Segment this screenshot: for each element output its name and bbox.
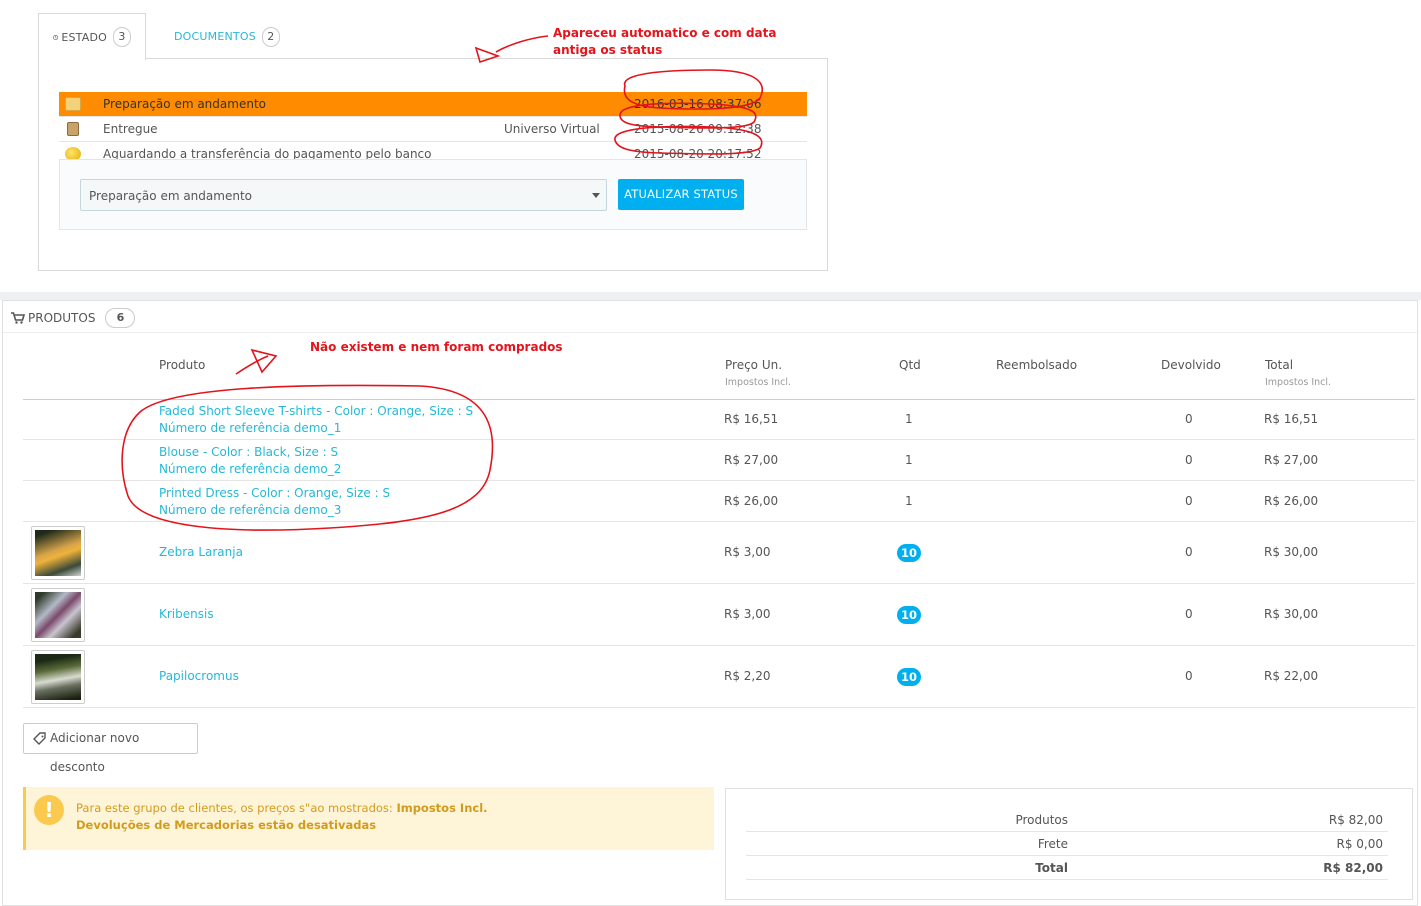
tab-documentos-count: 2 — [261, 26, 280, 47]
totals-row-total: Total R$ 82,00 — [746, 856, 1388, 880]
quantity-badge: 10 — [897, 544, 921, 562]
tab-estado-label: ESTADO — [61, 30, 107, 44]
row-total: R$ 26,00 — [1264, 494, 1319, 508]
totals-row-produtos: Produtos R$ 82,00 — [746, 808, 1388, 832]
col-header-preco: Preço Un. Impostos Incl. — [725, 358, 792, 388]
chevron-down-icon — [592, 193, 600, 198]
unit-price: R$ 2,20 — [724, 669, 771, 683]
returned-qty: 0 — [1185, 453, 1193, 467]
quantity: 1 — [905, 412, 913, 426]
header-divider — [3, 332, 1419, 333]
product-link[interactable]: Blouse - Color : Black, Size : S Número d… — [159, 444, 341, 478]
unit-price: R$ 27,00 — [724, 453, 779, 467]
product-link[interactable]: Kribensis — [159, 606, 214, 623]
status-panel: Preparação em andamento 2016-03-16 08:37… — [38, 58, 828, 271]
order-totals: Produtos R$ 82,00 Frete R$ 0,00 Total R$ 82… — [725, 788, 1413, 900]
row-total: R$ 30,00 — [1264, 545, 1319, 559]
package-icon — [65, 97, 81, 111]
col-header-reembolsado: Reembolsado — [996, 358, 1078, 372]
unit-price: R$ 3,00 — [724, 545, 771, 559]
returned-qty: 0 — [1185, 412, 1193, 426]
col-header-total: Total Impostos Incl. — [1265, 358, 1332, 388]
quantity-badge: 10 — [897, 606, 921, 624]
update-status-button[interactable]: ATUALIZAR STATUS — [618, 179, 744, 210]
history-date: 2016-03-16 08:37:06 — [634, 97, 762, 111]
returned-qty: 0 — [1185, 669, 1193, 683]
tab-documentos-label: DOCUMENTOS — [174, 30, 256, 43]
tab-estado-count: 3 — [113, 27, 131, 47]
product-link[interactable]: Printed Dress - Color : Orange, Size : S… — [159, 485, 390, 519]
history-status-label: Entregue — [103, 122, 158, 136]
unit-price: R$ 16,51 — [724, 412, 779, 426]
products-title: PRODUTOS — [28, 311, 96, 325]
row-total: R$ 22,00 — [1264, 669, 1319, 683]
returned-qty: 0 — [1185, 607, 1193, 621]
product-link[interactable]: Papilocromus — [159, 668, 239, 685]
status-select[interactable]: Preparação em andamento — [80, 179, 607, 211]
col-header-devolvido: Devolvido — [1161, 358, 1221, 372]
annotation-status: Apareceu automatico e com data antiga os… — [553, 26, 777, 57]
add-discount-button[interactable]: Adicionar novo desconto — [23, 723, 198, 774]
product-thumbnail[interactable] — [31, 526, 85, 580]
returned-qty: 0 — [1185, 545, 1193, 559]
tag-icon — [33, 732, 46, 745]
product-link[interactable]: Faded Short Sleeve T-shirts - Color : Or… — [159, 403, 473, 437]
tax-warning-alert: ! Para este grupo de clientes, os preços… — [23, 787, 714, 850]
exclamation-icon: ! — [34, 795, 64, 825]
products-count: 6 — [105, 308, 136, 328]
col-header-qtd: Qtd — [899, 358, 921, 372]
table-row — [23, 584, 1415, 646]
products-panel: PRODUTOS 6 Produto Preço Un. Impostos Inc… — [2, 300, 1419, 906]
products-panel-header: PRODUTOS 6 — [11, 307, 136, 329]
row-total: R$ 27,00 — [1264, 453, 1319, 467]
history-employee: Universo Virtual — [504, 122, 600, 136]
row-total: R$ 30,00 — [1264, 607, 1319, 621]
history-row: Entregue Universo Virtual 2015-08-26 09:… — [59, 117, 807, 142]
row-total: R$ 16,51 — [1264, 412, 1319, 426]
history-row: Preparação em andamento 2016-03-16 08:37… — [59, 92, 807, 117]
tab-estado[interactable]: ESTADO 3 — [38, 13, 146, 60]
totals-row-frete: Frete R$ 0,00 — [746, 832, 1388, 856]
history-date: 2015-08-26 09:12:38 — [634, 122, 762, 136]
cart-icon — [11, 312, 25, 324]
quantity-badge: 10 — [897, 668, 921, 686]
product-thumbnail[interactable] — [31, 650, 85, 704]
box-icon — [67, 122, 79, 136]
tab-documentos[interactable]: DOCUMENTOS 2 — [156, 13, 286, 60]
warning-text: Para este grupo de clientes, os preços s… — [76, 801, 393, 815]
returned-qty: 0 — [1185, 494, 1193, 508]
history-status-label: Preparação em andamento — [103, 97, 266, 111]
section-divider — [0, 292, 1421, 300]
unit-price: R$ 26,00 — [724, 494, 779, 508]
annotation-products: Não existem e nem foram comprados — [310, 340, 563, 354]
product-link[interactable]: Zebra Laranja — [159, 544, 243, 561]
status-update-form: Preparação em andamento ATUALIZAR STATUS — [59, 159, 807, 230]
warning-returns-disabled: Devoluções de Mercadorias estão desativa… — [76, 818, 377, 832]
col-header-produto: Produto — [159, 358, 206, 372]
product-thumbnail[interactable] — [31, 588, 85, 642]
status-select-value: Preparação em andamento — [89, 189, 252, 203]
clock-icon — [53, 34, 59, 40]
warning-tax-mode: Impostos Incl. — [396, 801, 488, 815]
quantity: 1 — [905, 453, 913, 467]
unit-price: R$ 3,00 — [724, 607, 771, 621]
quantity: 1 — [905, 494, 913, 508]
add-discount-label: Adicionar novo desconto — [50, 731, 140, 774]
